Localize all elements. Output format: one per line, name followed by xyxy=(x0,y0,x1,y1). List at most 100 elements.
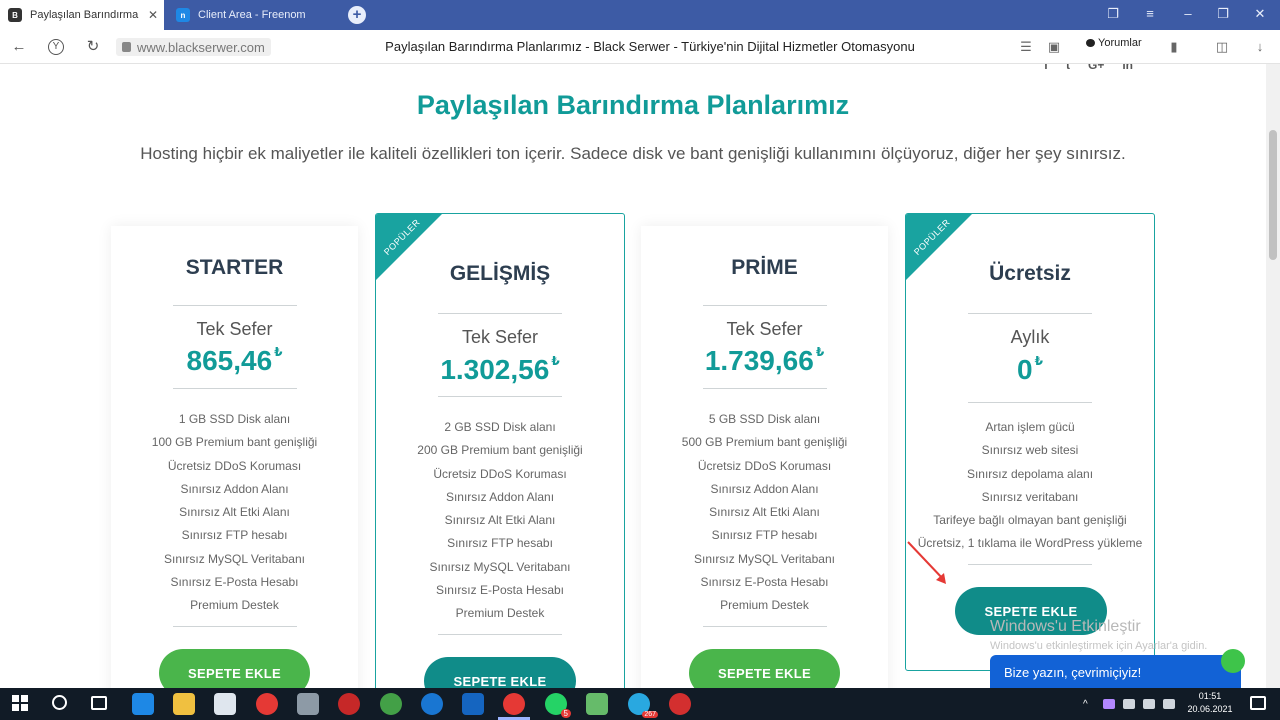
feature-item: Sınırsız E-Posta Hesabı xyxy=(700,575,829,590)
feature-item: 100 GB Premium bant genişliği xyxy=(151,435,318,450)
page-scrollbar[interactable] xyxy=(1266,64,1280,688)
feature-item: Sınırsız depolama alanı xyxy=(966,466,1094,481)
feature-list: Artan işlem gücü Sınırsız web sitesi Sın… xyxy=(906,416,1154,556)
page-content: f t G+ in Paylaşılan Barındırma Planları… xyxy=(0,64,1266,688)
feature-item: 1 GB SSD Disk alanı xyxy=(178,412,291,426)
vpn-icon[interactable] xyxy=(380,693,402,715)
windows-start-icon[interactable] xyxy=(12,695,28,711)
store-icon[interactable] xyxy=(214,693,236,715)
billing-period: Tek Sefer xyxy=(196,319,273,339)
yandex-browser-active-icon[interactable] xyxy=(503,693,525,715)
close-tab-icon[interactable]: ✕ xyxy=(148,8,158,22)
blackserwer-logo-icon: B xyxy=(8,8,22,22)
defender-icon[interactable] xyxy=(462,693,484,715)
feature-item: Sınırsız Alt Etki Alanı xyxy=(444,513,556,528)
minimize-icon[interactable]: – xyxy=(1180,6,1196,21)
feature-item: Sınırsız MySQL Veritabanı xyxy=(694,551,835,566)
opera-icon[interactable] xyxy=(669,693,691,715)
snipping-tool-icon[interactable] xyxy=(297,693,319,715)
back-icon[interactable]: ← xyxy=(10,38,28,56)
search-icon[interactable] xyxy=(52,695,67,710)
ccleaner-icon[interactable] xyxy=(421,693,443,715)
app-icon[interactable] xyxy=(338,693,360,715)
browser-tab-bar: B Paylaşılan Barındırma Pl ✕ n Client Ar… xyxy=(0,0,1280,30)
file-explorer-icon[interactable] xyxy=(173,693,195,715)
reload-icon[interactable]: ↻ xyxy=(84,38,102,56)
feature-item: Sınırsız veritabanı xyxy=(981,489,1079,504)
clock-time: 01:51 xyxy=(1198,691,1222,701)
notepad-icon[interactable] xyxy=(586,693,608,715)
live-chat-button[interactable]: Bize yazın, çevrimiçiyiz! xyxy=(990,649,1245,688)
divider xyxy=(438,634,562,635)
telegram-icon[interactable]: 267 xyxy=(628,693,658,718)
plan-card-starter: STARTER Tek Sefer 865,46 ₺ 1 GB SSD Disk … xyxy=(111,226,358,688)
feature-item: Sınırsız Alt Etki Alanı xyxy=(179,505,290,520)
collections-icon[interactable]: ❐ xyxy=(1105,6,1121,22)
divider xyxy=(703,305,827,306)
feature-item: Ücretsiz DDoS Koruması xyxy=(167,458,302,473)
lira-icon: ₺ xyxy=(1034,354,1043,368)
protect-icon[interactable]: ▣ xyxy=(1046,39,1062,55)
volume-icon[interactable] xyxy=(1163,699,1175,709)
facebook-icon[interactable]: f xyxy=(1044,64,1048,72)
battery-icon[interactable] xyxy=(1123,699,1135,709)
divider xyxy=(968,402,1092,403)
task-view-icon[interactable] xyxy=(91,696,107,710)
feature-list: 5 GB SSD Disk alanı 500 GB Premium bant … xyxy=(641,408,888,618)
billing-period: Tek Sefer xyxy=(726,319,803,339)
billing-period: Tek Sefer xyxy=(461,327,539,347)
add-to-cart-button[interactable]: SEPETE EKLE xyxy=(159,649,310,688)
feature-item: Sınırsız Addon Alanı xyxy=(445,489,555,504)
tray-chevron-icon[interactable]: ^ xyxy=(1083,699,1095,710)
yandex-icon[interactable]: Y xyxy=(48,39,64,55)
notification-badge: 267 xyxy=(642,711,658,718)
reader-mode-icon[interactable]: ☰ xyxy=(1018,39,1034,55)
add-to-cart-button[interactable]: SEPETE EKLE xyxy=(689,649,840,688)
tab-active[interactable]: B Paylaşılan Barındırma Pl ✕ xyxy=(0,0,164,30)
bookmark-icon[interactable]: ▮ xyxy=(1166,39,1182,55)
section-subtitle: Hosting hiçbir ek maliyetler ile kalitel… xyxy=(140,144,1126,163)
plan-card-prime: PRİME Tek Sefer 1.739,66 ₺ 5 GB SSD Disk … xyxy=(641,226,888,688)
edge-icon[interactable] xyxy=(132,693,154,715)
divider xyxy=(438,396,562,397)
whatsapp-icon[interactable]: 5 xyxy=(545,693,571,718)
feature-item: 2 GB SSD Disk alanı xyxy=(444,420,556,434)
price-value: 0 xyxy=(1017,354,1033,385)
reviews-label: Yorumlar xyxy=(1098,37,1142,49)
notification-badge: 5 xyxy=(560,709,571,718)
plan-card-ucretsiz: POPÜLER Ücretsiz Aylık 0 ₺ Artan işlem gü… xyxy=(905,213,1155,671)
feature-item: Sınırsız MySQL Veritabanı xyxy=(429,559,571,574)
linkedin-icon[interactable]: in xyxy=(1122,64,1133,72)
download-icon[interactable]: ↓ xyxy=(1252,39,1268,54)
menu-icon[interactable]: ≡ xyxy=(1142,6,1158,21)
divider xyxy=(703,388,827,389)
url-field[interactable]: www.blackserwer.com xyxy=(116,38,271,56)
comment-icon xyxy=(1086,39,1095,47)
divider xyxy=(968,564,1092,565)
scrollbar-thumb[interactable] xyxy=(1269,130,1277,260)
feature-item: Premium Destek xyxy=(190,598,279,613)
maximize-icon[interactable]: ❐ xyxy=(1215,6,1231,22)
feature-item: Sınırsız E-Posta Hesabı xyxy=(435,583,565,598)
activation-watermark-subtitle: Windows'u etkinleştirmek için Ayarlar'a … xyxy=(990,640,1208,652)
add-to-cart-button[interactable]: SEPETE EKLE xyxy=(424,657,576,688)
close-window-icon[interactable]: ✕ xyxy=(1252,6,1268,22)
feature-list: 1 GB SSD Disk alanı 100 GB Premium bant … xyxy=(111,408,358,618)
wifi-icon[interactable] xyxy=(1143,699,1155,709)
new-tab-button[interactable]: + xyxy=(348,6,366,24)
online-status-icon xyxy=(1221,649,1245,673)
yandex-browser-icon[interactable] xyxy=(256,693,278,715)
twitter-icon[interactable]: t xyxy=(1066,64,1070,72)
feature-item: Sınırsız Addon Alanı xyxy=(180,481,289,496)
tab-freenom[interactable]: n Client Area - Freenom xyxy=(168,0,338,30)
social-links: f t G+ in xyxy=(1044,64,1133,72)
tray-pen-icon[interactable] xyxy=(1103,699,1115,709)
bookmarks-panel-icon[interactable]: ◫ xyxy=(1214,39,1230,55)
feature-item: Sınırsız FTP hesabı xyxy=(711,528,818,543)
divider xyxy=(173,305,297,306)
google-plus-icon[interactable]: G+ xyxy=(1088,64,1104,72)
notification-center-icon[interactable] xyxy=(1250,696,1266,710)
clock-date: 20.06.2021 xyxy=(1187,704,1233,714)
clock[interactable]: 01:51 20.06.2021 xyxy=(1186,690,1234,716)
reviews-button[interactable]: Yorumlar xyxy=(1086,37,1142,49)
